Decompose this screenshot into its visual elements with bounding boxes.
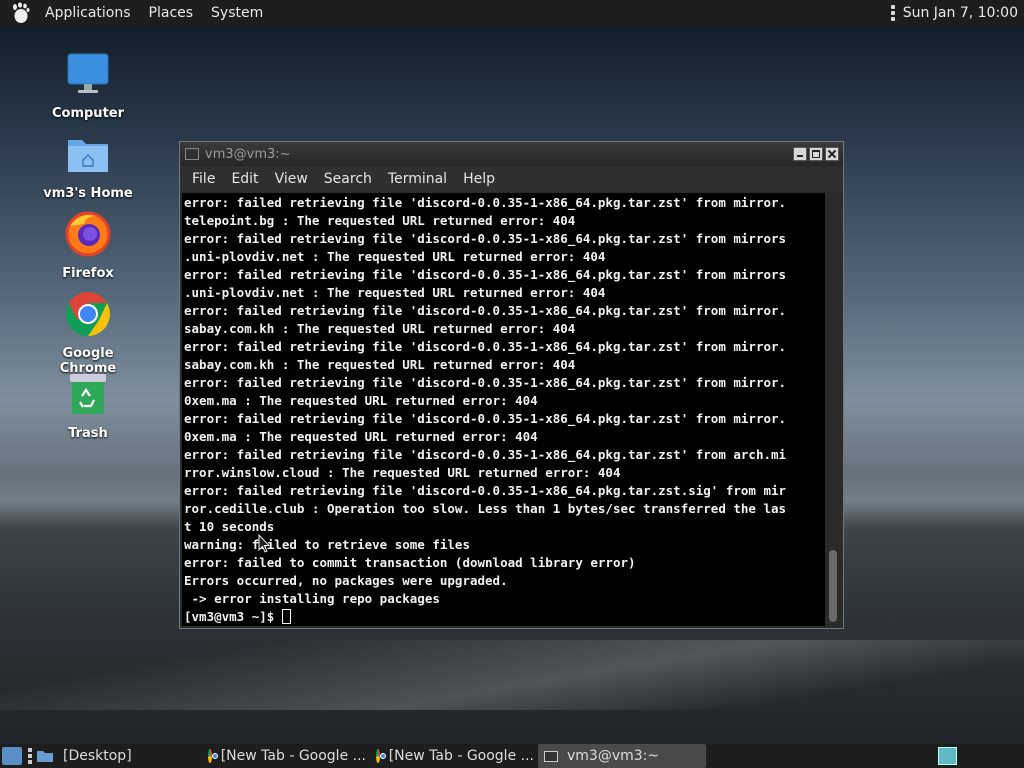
desktop-icon-home[interactable]: vm3's Home bbox=[33, 130, 143, 201]
terminal-line: sabay.com.kh : The requested URL returne… bbox=[184, 357, 576, 372]
window-title: vm3@vm3:~ bbox=[205, 146, 291, 162]
desktop-icon-label: vm3's Home bbox=[43, 186, 133, 201]
close-button[interactable] bbox=[825, 147, 839, 161]
system-menu[interactable]: System bbox=[202, 0, 272, 26]
menu-search[interactable]: Search bbox=[316, 171, 380, 187]
desktop-icon-trash[interactable]: Trash bbox=[33, 370, 143, 441]
menu-terminal[interactable]: Terminal bbox=[380, 171, 455, 187]
taskbar-item-label: [Desktop] bbox=[63, 748, 132, 764]
terminal-line: .uni-plovdiv.net : The requested URL ret… bbox=[184, 249, 606, 264]
desktop-icon-label: Trash bbox=[68, 426, 108, 441]
top-panel: Applications Places System Sun Jan 7, 10… bbox=[0, 0, 1024, 26]
trash-icon bbox=[70, 374, 106, 414]
terminal-menubar: File Edit View Search Terminal Help bbox=[180, 166, 843, 192]
computer-icon bbox=[67, 53, 109, 93]
terminal-line: error: failed retrieving file 'discord-0… bbox=[184, 195, 787, 210]
taskbar-item-label: vm3@vm3:~ bbox=[567, 748, 660, 764]
terminal-line: Errors occurred, no packages were upgrad… bbox=[184, 573, 508, 588]
taskbar-item-terminal[interactable]: vm3@vm3:~ bbox=[538, 744, 706, 768]
terminal-line: error: failed retrieving file 'discord-0… bbox=[184, 483, 787, 498]
terminal-prompt: [vm3@vm3 ~]$ bbox=[184, 609, 282, 624]
desktop-icon-label: Firefox bbox=[62, 266, 114, 281]
text-cursor bbox=[281, 609, 291, 624]
menu-help[interactable]: Help bbox=[455, 171, 503, 187]
terminal-titlebar[interactable]: vm3@vm3:~ bbox=[180, 142, 843, 166]
terminal-icon bbox=[544, 750, 558, 762]
terminal-line: sabay.com.kh : The requested URL returne… bbox=[184, 321, 576, 336]
terminal-line: error: failed retrieving file 'discord-0… bbox=[184, 339, 787, 354]
terminal-line: error: failed retrieving file 'discord-0… bbox=[184, 267, 787, 282]
desktop-icon-label: Computer bbox=[51, 106, 125, 121]
folder-icon bbox=[37, 751, 53, 762]
background-streak bbox=[0, 640, 1024, 710]
scrollbar[interactable] bbox=[825, 193, 841, 626]
terminal-icon bbox=[185, 148, 199, 160]
terminal-line: 0xem.ma : The requested URL returned err… bbox=[184, 429, 538, 444]
taskbar-item-label: [New Tab - Google ... bbox=[388, 748, 534, 764]
desktop-icon-chrome[interactable]: Google Chrome bbox=[33, 290, 143, 376]
terminal-line: error: failed retrieving file 'discord-0… bbox=[184, 375, 787, 390]
firefox-icon bbox=[65, 211, 111, 257]
taskbar-item-desktop[interactable]: [Desktop] bbox=[36, 744, 196, 768]
terminal-window[interactable]: vm3@vm3:~ File Edit View Search Terminal… bbox=[179, 141, 844, 629]
chrome-icon bbox=[376, 749, 386, 763]
scrollbar-thumb[interactable] bbox=[829, 550, 837, 622]
terminal-line: rror.winslow.cloud : The requested URL r… bbox=[184, 465, 621, 480]
menu-file[interactable]: File bbox=[184, 171, 223, 187]
applications-menu[interactable]: Applications bbox=[36, 0, 140, 26]
menu-edit[interactable]: Edit bbox=[223, 171, 266, 187]
terminal-line: -> error installing repo packages bbox=[184, 591, 440, 606]
mouse-pointer-icon bbox=[258, 534, 270, 553]
taskbar: [Desktop] [New Tab - Google ... [New Tab… bbox=[0, 744, 1024, 768]
clock[interactable]: Sun Jan 7, 10:00 bbox=[903, 5, 1018, 21]
terminal-line: error: failed retrieving file 'discord-0… bbox=[184, 303, 787, 318]
maximize-button[interactable] bbox=[809, 147, 823, 161]
terminal-line: error: failed retrieving file 'discord-0… bbox=[184, 411, 787, 426]
menu-view[interactable]: View bbox=[267, 171, 316, 187]
desktop-icon-computer[interactable]: Computer bbox=[33, 50, 143, 121]
taskbar-item-label: [New Tab - Google ... bbox=[220, 748, 366, 764]
terminal-line: 0xem.ma : The requested URL returned err… bbox=[184, 393, 538, 408]
places-menu[interactable]: Places bbox=[140, 0, 203, 26]
terminal-line: telepoint.bg : The requested URL returne… bbox=[184, 213, 576, 228]
minimize-button[interactable] bbox=[793, 147, 807, 161]
terminal-line: ror.cedille.club : Operation too slow. L… bbox=[184, 501, 787, 516]
terminal-line: .uni-plovdiv.net : The requested URL ret… bbox=[184, 285, 606, 300]
terminal-line: error: failed to commit transaction (dow… bbox=[184, 555, 636, 570]
terminal-line: error: failed retrieving file 'discord-0… bbox=[184, 231, 787, 246]
taskbar-handle-icon bbox=[28, 748, 32, 764]
gnome-foot-icon[interactable] bbox=[9, 2, 31, 24]
chrome-icon bbox=[66, 292, 110, 336]
workspace-switcher[interactable] bbox=[938, 747, 957, 765]
home-folder-icon bbox=[68, 140, 108, 172]
terminal-output[interactable]: error: failed retrieving file 'discord-0… bbox=[182, 193, 825, 626]
panel-handle-icon bbox=[890, 5, 895, 21]
chrome-icon bbox=[208, 749, 218, 763]
desktop-icon-firefox[interactable]: Firefox bbox=[33, 210, 143, 281]
terminal-line: error: failed retrieving file 'discord-0… bbox=[184, 447, 787, 462]
taskbar-item-chrome[interactable]: [New Tab - Google ... bbox=[370, 744, 534, 768]
terminal-line: warning: failed to retrieve some files bbox=[184, 537, 470, 552]
taskbar-item-chrome[interactable]: [New Tab - Google ... bbox=[202, 744, 366, 768]
terminal-line: t 10 seconds bbox=[184, 519, 275, 534]
show-desktop-icon[interactable] bbox=[2, 747, 22, 765]
